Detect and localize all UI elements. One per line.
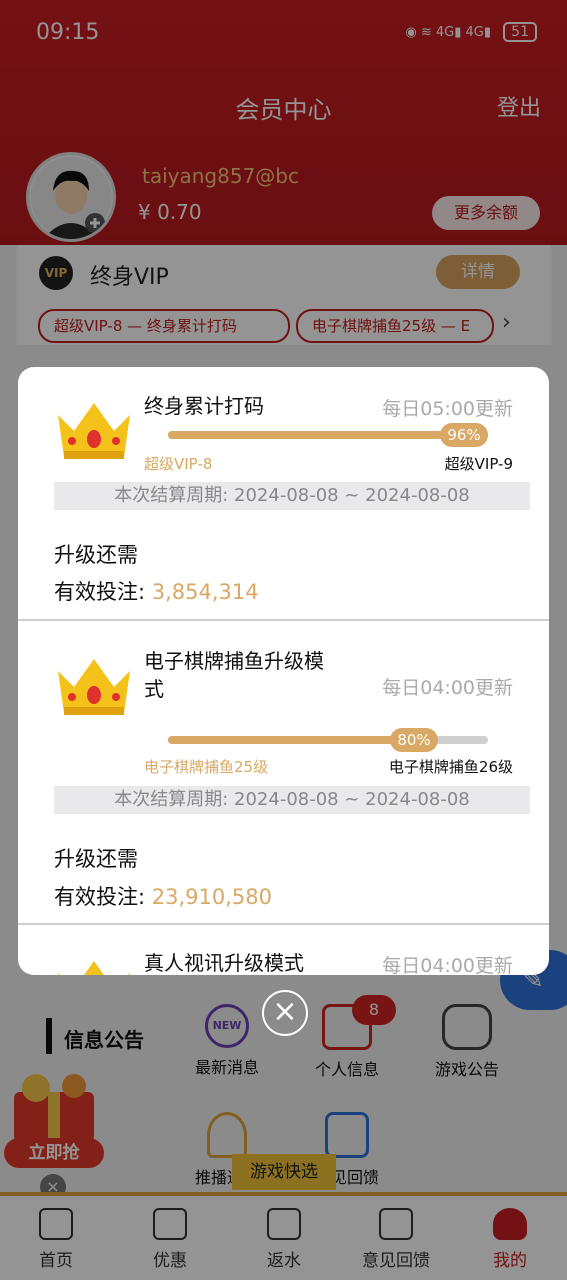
progress-track: 80% <box>168 728 488 752</box>
progress-fill <box>168 431 476 439</box>
valid-bet: 有效投注: 3,854,314 <box>54 576 259 606</box>
upgrade-needed-label: 升级还需 <box>54 847 138 871</box>
progress-percent: 96% <box>440 423 488 447</box>
progress-fill <box>168 736 424 744</box>
progress-section: 电子棋牌捕鱼升级模式 每日04:00更新 80% 电子棋牌捕鱼25级 电子棋牌捕… <box>18 621 549 923</box>
progress-section: 真人视讯升级模式 每日04:00更新 <box>18 925 549 975</box>
crown-icon <box>54 397 134 461</box>
crown-icon <box>54 653 134 717</box>
valid-bet-value: 3,854,314 <box>151 580 259 604</box>
valid-bet-label: 有效投注: <box>54 580 146 604</box>
section-title: 终身累计打码 <box>144 394 264 418</box>
valid-bet-value: 23,910,580 <box>151 885 273 909</box>
update-time: 每日04:00更新 <box>382 677 513 699</box>
next-level: 超级VIP-9 <box>444 455 513 473</box>
settlement-period: 本次结算周期: 2024-08-08 ~ 2024-08-08 <box>54 482 530 510</box>
section-title: 电子棋牌捕鱼升级模式 <box>144 649 324 701</box>
current-level: 超级VIP-8 <box>144 455 213 473</box>
section-title: 真人视讯升级模式 <box>144 951 304 975</box>
progress-section: 终身累计打码 每日05:00更新 96% 超级VIP-8 超级VIP-9 本次结… <box>18 367 549 619</box>
close-modal-icon[interactable]: × <box>262 990 308 1036</box>
progress-percent: 80% <box>390 728 438 752</box>
settlement-period: 本次结算周期: 2024-08-08 ~ 2024-08-08 <box>54 786 530 814</box>
progress-track: 96% <box>168 423 488 447</box>
current-level: 电子棋牌捕鱼25级 <box>144 758 269 776</box>
update-time: 每日05:00更新 <box>382 398 513 420</box>
valid-bet: 有效投注: 23,910,580 <box>54 881 272 911</box>
vip-progress-modal: 终身累计打码 每日05:00更新 96% 超级VIP-8 超级VIP-9 本次结… <box>18 367 549 975</box>
crown-icon <box>54 955 134 975</box>
next-level: 电子棋牌捕鱼26级 <box>388 758 513 776</box>
valid-bet-label: 有效投注: <box>54 885 146 909</box>
update-time: 每日04:00更新 <box>382 955 513 975</box>
upgrade-needed-label: 升级还需 <box>54 543 138 567</box>
